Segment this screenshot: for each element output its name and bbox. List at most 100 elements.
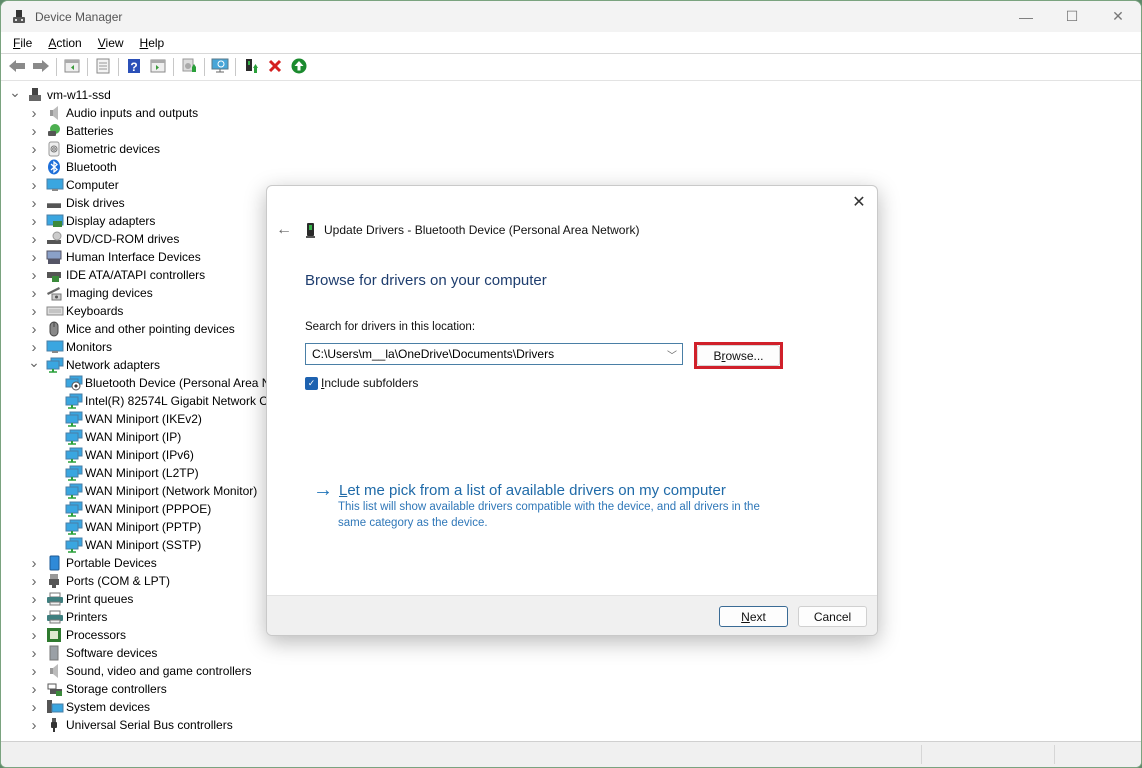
tree-device[interactable]: WAN Miniport (IP) [47,428,181,446]
tree-category[interactable]: › Sound, video and game controllers [28,662,252,680]
close-button[interactable]: ✕ [1095,1,1141,32]
help-button[interactable]: ? [123,56,145,78]
tree-category[interactable]: › Bluetooth [28,158,117,176]
chevron-right-icon[interactable]: › [28,626,40,644]
tree-category[interactable]: › Display adapters [28,212,156,230]
menu-bar: File Action View Help [1,32,1141,54]
chevron-right-icon[interactable]: › [28,104,40,122]
chevron-right-icon[interactable]: › [28,230,40,248]
chevron-right-icon[interactable]: › [28,122,40,140]
chevron-right-icon[interactable]: › [28,320,40,338]
chevron-right-icon[interactable]: › [28,158,40,176]
menu-view[interactable]: View [90,36,132,50]
title-bar: Device Manager — ☐ ✕ [1,1,1141,32]
tree-category[interactable]: › Biometric devices [28,140,161,158]
tree-device[interactable]: WAN Miniport (Network Monitor) [47,482,257,500]
dialog-close-button[interactable]: ✕ [849,192,869,212]
driver-path-combobox[interactable]: C:\Users\m__la\OneDrive\Documents\Driver… [305,343,683,365]
tree-category[interactable]: › Ports (COM & LPT) [28,572,171,590]
chevron-right-icon[interactable]: › [28,698,40,716]
chevron-right-icon[interactable]: › [28,248,40,266]
next-button[interactable]: Next [719,606,788,627]
tree-category[interactable]: › Human Interface Devices [28,248,201,266]
tree-category[interactable]: › Print queues [28,590,134,608]
chevron-right-icon[interactable]: › [28,194,40,212]
menu-action[interactable]: Action [40,36,89,50]
chevron-right-icon[interactable]: › [28,140,40,158]
minimize-button[interactable]: — [1003,1,1049,32]
chevron-right-icon[interactable]: › [28,266,40,284]
chevron-right-icon[interactable]: › [28,608,40,626]
tree-category[interactable]: › Computer [28,176,119,194]
chevron-right-icon[interactable]: › [28,284,40,302]
chevron-right-icon[interactable]: › [28,680,40,698]
tree-category[interactable]: › DVD/CD-ROM drives [28,230,180,248]
show-action-pane-button[interactable] [147,56,169,78]
chevron-right-icon[interactable]: › [28,176,40,194]
tree-item-label: vm-w11-ssd [47,88,111,102]
chevron-down-icon[interactable]: ﹀ [667,347,677,362]
add-legacy-hardware-button[interactable] [240,56,262,78]
chevron-down-icon[interactable]: ⌄ [9,83,21,101]
properties-button[interactable] [92,56,114,78]
browse-button[interactable]: Br owse... [697,345,780,366]
tree-category[interactable]: › Batteries [28,122,114,140]
tree-device[interactable]: WAN Miniport (PPPOE) [47,500,211,518]
chevron-right-icon[interactable]: › [28,572,40,590]
chevron-right-icon[interactable]: › [28,644,40,662]
tree-category[interactable]: › Processors [28,626,127,644]
chevron-right-icon[interactable]: › [28,716,40,734]
tree-device[interactable]: WAN Miniport (IPv6) [47,446,194,464]
tree-category[interactable]: › System devices [28,698,151,716]
tree-item-label: System devices [66,700,151,714]
back-arrow-icon[interactable]: ← [275,221,293,239]
tree-category[interactable]: › Monitors [28,338,113,356]
menu-file[interactable]: File [5,36,40,50]
monitor-icon [46,177,64,193]
tree-category[interactable]: › Disk drives [28,194,125,212]
tree-root[interactable]: ⌄ vm-w11-ssd [9,83,111,104]
show-hide-console-tree-button[interactable] [61,56,83,78]
chevron-right-icon[interactable]: › [28,662,40,680]
tree-item-label: Portable Devices [66,556,157,570]
tree-category[interactable]: › Keyboards [28,302,124,320]
port-icon [46,573,62,589]
uninstall-device-button[interactable] [264,56,286,78]
device-icon [306,223,315,238]
menu-help[interactable]: Help [132,36,173,50]
tree-item-label: Monitors [66,340,113,354]
chevron-right-icon[interactable]: › [28,302,40,320]
chevron-right-icon[interactable]: › [28,212,40,230]
enable-device-button[interactable] [288,56,310,78]
update-driver-button[interactable] [178,56,200,78]
include-subfolders-option[interactable]: ✓ Include subfolders [305,376,418,390]
chevron-down-icon[interactable]: ⌄ [28,353,40,371]
tree-category[interactable]: › Audio inputs and outputs [28,104,199,122]
back-button[interactable] [6,56,28,78]
tree-category[interactable]: › Software devices [28,644,158,662]
tree-category[interactable]: › Portable Devices [28,554,157,572]
tree-device[interactable]: WAN Miniport (L2TP) [47,464,199,482]
tree-device[interactable]: WAN Miniport (IKEv2) [47,410,202,428]
chevron-right-icon[interactable]: › [28,590,40,608]
tree-category[interactable]: › IDE ATA/ATAPI controllers [28,266,206,284]
portable-device-icon [46,555,62,571]
tree-category[interactable]: › Universal Serial Bus controllers [28,716,233,734]
scan-hardware-changes-button[interactable] [209,56,231,78]
tree-category[interactable]: ⌄ Network adapters [28,353,160,374]
cancel-button[interactable]: Cancel [798,606,867,627]
tree-device[interactable]: WAN Miniport (SSTP) [47,536,201,554]
tree-category[interactable]: › Storage controllers [28,680,167,698]
tree-category[interactable]: › Printers [28,608,108,626]
speaker-icon [46,663,62,679]
tree-category[interactable]: › Imaging devices [28,284,153,302]
chevron-right-icon[interactable]: › [28,554,40,572]
pick-from-list-text[interactable]: Let me pick from a list of available dri… [339,482,726,499]
maximize-button[interactable]: ☐ [1049,1,1095,32]
tree-device[interactable]: WAN Miniport (PPTP) [47,518,201,536]
forward-button[interactable] [30,56,52,78]
tree-category[interactable]: › Mice and other pointing devices [28,320,235,338]
include-subfolders-checkbox[interactable]: ✓ [305,376,318,390]
